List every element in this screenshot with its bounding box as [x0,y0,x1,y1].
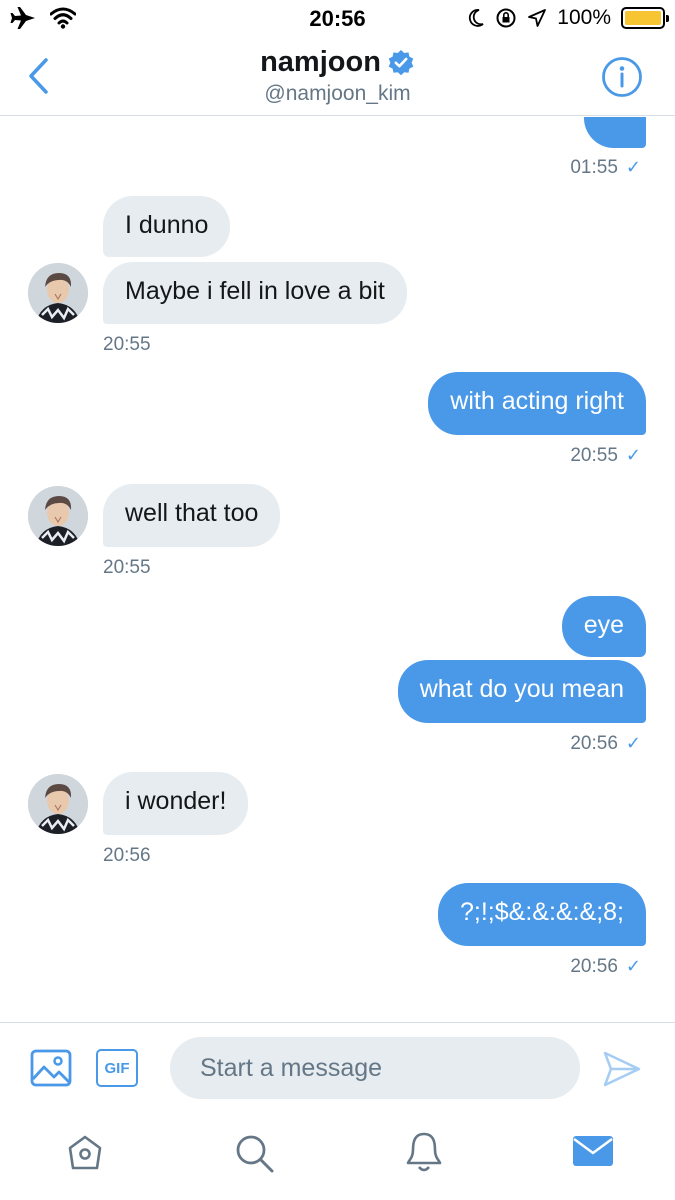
battery-icon [621,7,669,29]
location-icon [528,9,547,27]
message-bubble-incoming[interactable]: Maybe i fell in love a bit [103,262,407,324]
info-icon[interactable] [601,56,643,98]
message-bubble-incoming[interactable]: i wonder! [103,772,249,835]
message-bubble-incoming[interactable]: I dunno [103,196,231,257]
status-bar: 20:56 100% [0,0,675,38]
conversation-title: namjoon [260,46,381,78]
tab-bar [0,1114,675,1200]
message-timestamp: 20:55 [103,334,151,355]
avatar[interactable] [28,486,88,546]
message-text: Maybe i fell in love a bit [125,277,385,305]
read-check-icon: ✓ [625,157,641,177]
message-text: ?;!;$&:&:&:&;8; [460,898,624,926]
avatar-image [28,486,88,546]
read-check-icon: ✓ [625,733,641,753]
message-composer: GIF [0,1022,675,1114]
message-timestamp: 20:55 [103,557,151,578]
tab-home[interactable] [64,1132,106,1179]
tab-notifications[interactable] [403,1130,445,1179]
tab-messages[interactable] [572,1134,614,1173]
message-bubble-outgoing[interactable]: what do you mean [397,660,646,723]
bell-icon[interactable] [403,1130,445,1174]
message-timestamp: 20:55 ✓ [570,445,641,466]
gif-button[interactable]: GIF [96,1049,138,1087]
tab-search[interactable] [233,1132,275,1179]
message-bubble-outgoing[interactable]: with acting right [428,372,646,435]
message-timestamp: 20:56 ✓ [570,956,641,977]
message-timestamp: 20:56 [103,845,151,866]
moon-icon [469,9,484,27]
battery-percent: 100% [557,6,611,29]
message-text: i wonder! [125,787,227,815]
message-text: well that too [125,499,259,527]
battery-level [625,11,661,25]
message-bubble-outgoing[interactable]: eye [561,596,646,657]
verified-badge-icon [388,49,414,75]
send-icon[interactable] [602,1049,642,1089]
message-input[interactable] [170,1037,580,1099]
conversation-header: namjoon @namjoon_kim [0,38,675,116]
message-bubble-outgoing[interactable]: ?;!;$&:&:&:&;8; [438,883,646,946]
message-timestamp: 01:55 ✓ [570,157,641,178]
message-thread[interactable]: w 01:55✓ I dunno Maybe i fell in love a … [0,117,675,1022]
gif-icon: GIF [104,1059,130,1077]
add-photo-button[interactable] [30,1047,72,1094]
avatar-image [28,774,88,834]
avatar[interactable] [28,263,88,323]
read-check-icon: ✓ [625,956,641,976]
message-text: I dunno [125,211,209,239]
home-icon[interactable] [64,1132,106,1174]
message-bubble-outgoing[interactable]: w [583,117,646,148]
message-bubble-incoming[interactable]: well that too [103,484,281,547]
message-text: eye [583,611,624,639]
mail-icon[interactable] [572,1134,614,1168]
search-icon[interactable] [233,1132,275,1174]
avatar-image [28,263,88,323]
info-button[interactable] [601,56,643,98]
avatar[interactable] [28,774,88,834]
orientation-lock-icon [496,8,516,28]
message-timestamp: 20:56 ✓ [570,733,641,754]
image-icon[interactable] [30,1047,72,1089]
conversation-handle: @namjoon_kim [264,82,411,105]
send-button[interactable] [602,1049,642,1094]
read-check-icon: ✓ [625,445,641,465]
message-text: with acting right [450,387,624,415]
message-text: what do you mean [419,675,624,703]
